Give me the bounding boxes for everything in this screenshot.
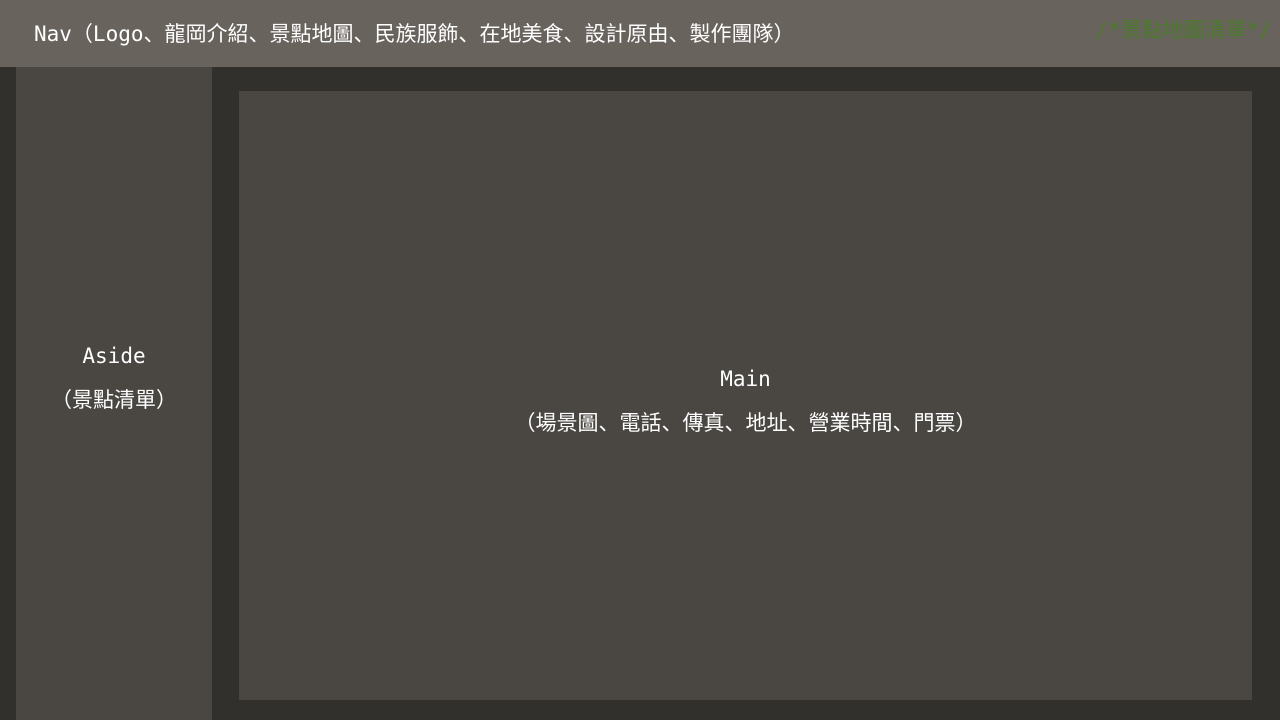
aside-title: Aside <box>82 344 146 368</box>
nav-label: Nav（Logo、龍岡介紹、景點地圖、民族服飾、在地美食、設計原由、製作團隊） <box>34 22 795 46</box>
aside-subtitle: （景點清單） <box>51 388 177 412</box>
nav-section: Nav（Logo、龍岡介紹、景點地圖、民族服飾、在地美食、設計原由、製作團隊） … <box>0 0 1280 67</box>
main-subtitle: （場景圖、電話、傳真、地址、營業時間、門票） <box>514 411 977 435</box>
nav-comment: /*景點地圖清單*/ <box>1095 18 1272 42</box>
main-title: Main <box>720 367 771 391</box>
main-section: Main （場景圖、電話、傳真、地址、營業時間、門票） <box>239 91 1252 700</box>
aside-section: Aside （景點清單） <box>16 67 212 720</box>
